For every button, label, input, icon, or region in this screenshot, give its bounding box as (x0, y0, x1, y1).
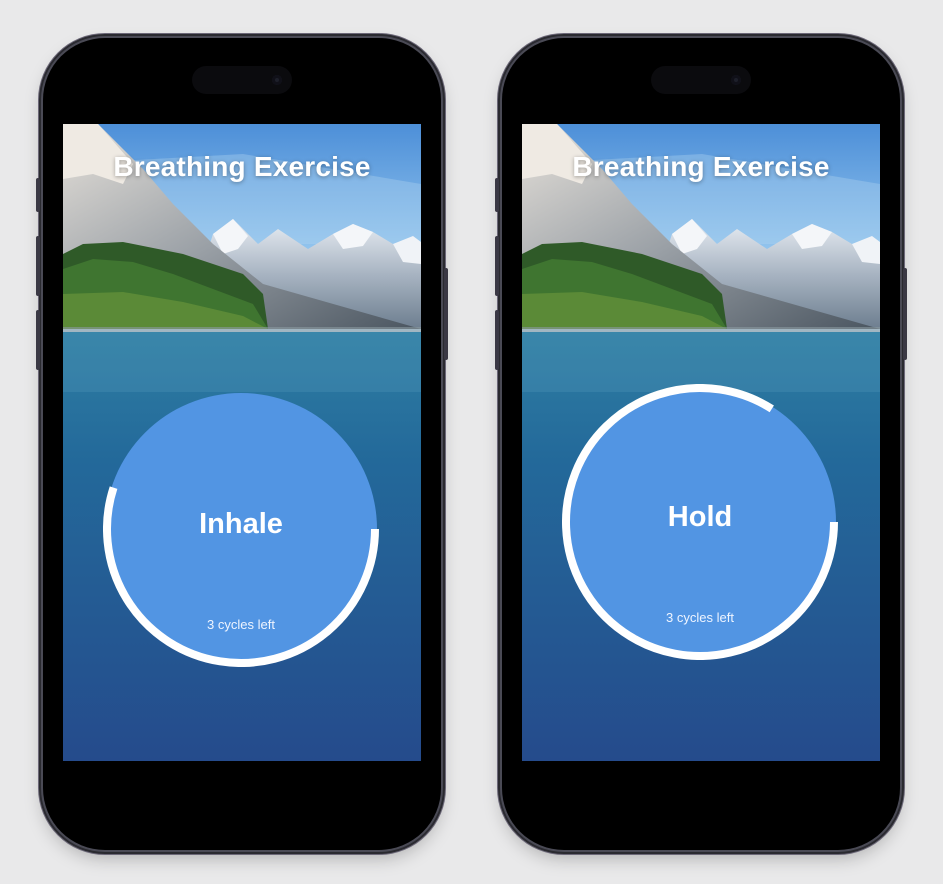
cycles-left-label: 3 cycles left (666, 610, 734, 625)
phone-frame-hold: Breathing Exercise Hold 3 cycles left (495, 38, 907, 850)
action-button (495, 178, 499, 212)
volume-up-button (36, 236, 40, 296)
breathing-timer-circle[interactable]: Hold 3 cycles left (562, 384, 838, 660)
power-button (903, 268, 907, 360)
power-button (444, 268, 448, 360)
volume-down-button (36, 310, 40, 370)
app-title: Breathing Exercise (572, 151, 830, 182)
volume-down-button (495, 310, 499, 370)
app-screen: Breathing Exercise Hold 3 cycles left (522, 124, 880, 761)
dynamic-island (192, 66, 292, 94)
front-camera-icon (272, 75, 282, 85)
breathing-phase-label: Inhale (199, 508, 283, 540)
cycles-left-label: 3 cycles left (207, 617, 275, 632)
front-camera-icon (731, 75, 741, 85)
app-title: Breathing Exercise (113, 151, 371, 182)
phone-frame-inhale: Breathing Exercise Inhale 3 cycles left (36, 38, 448, 850)
app-screen: Breathing Exercise Inhale 3 cycles left (63, 124, 421, 761)
volume-up-button (495, 236, 499, 296)
dynamic-island (651, 66, 751, 94)
action-button (36, 178, 40, 212)
breathing-phase-label: Hold (667, 501, 733, 533)
breathing-timer-circle[interactable]: Inhale 3 cycles left (103, 391, 379, 667)
